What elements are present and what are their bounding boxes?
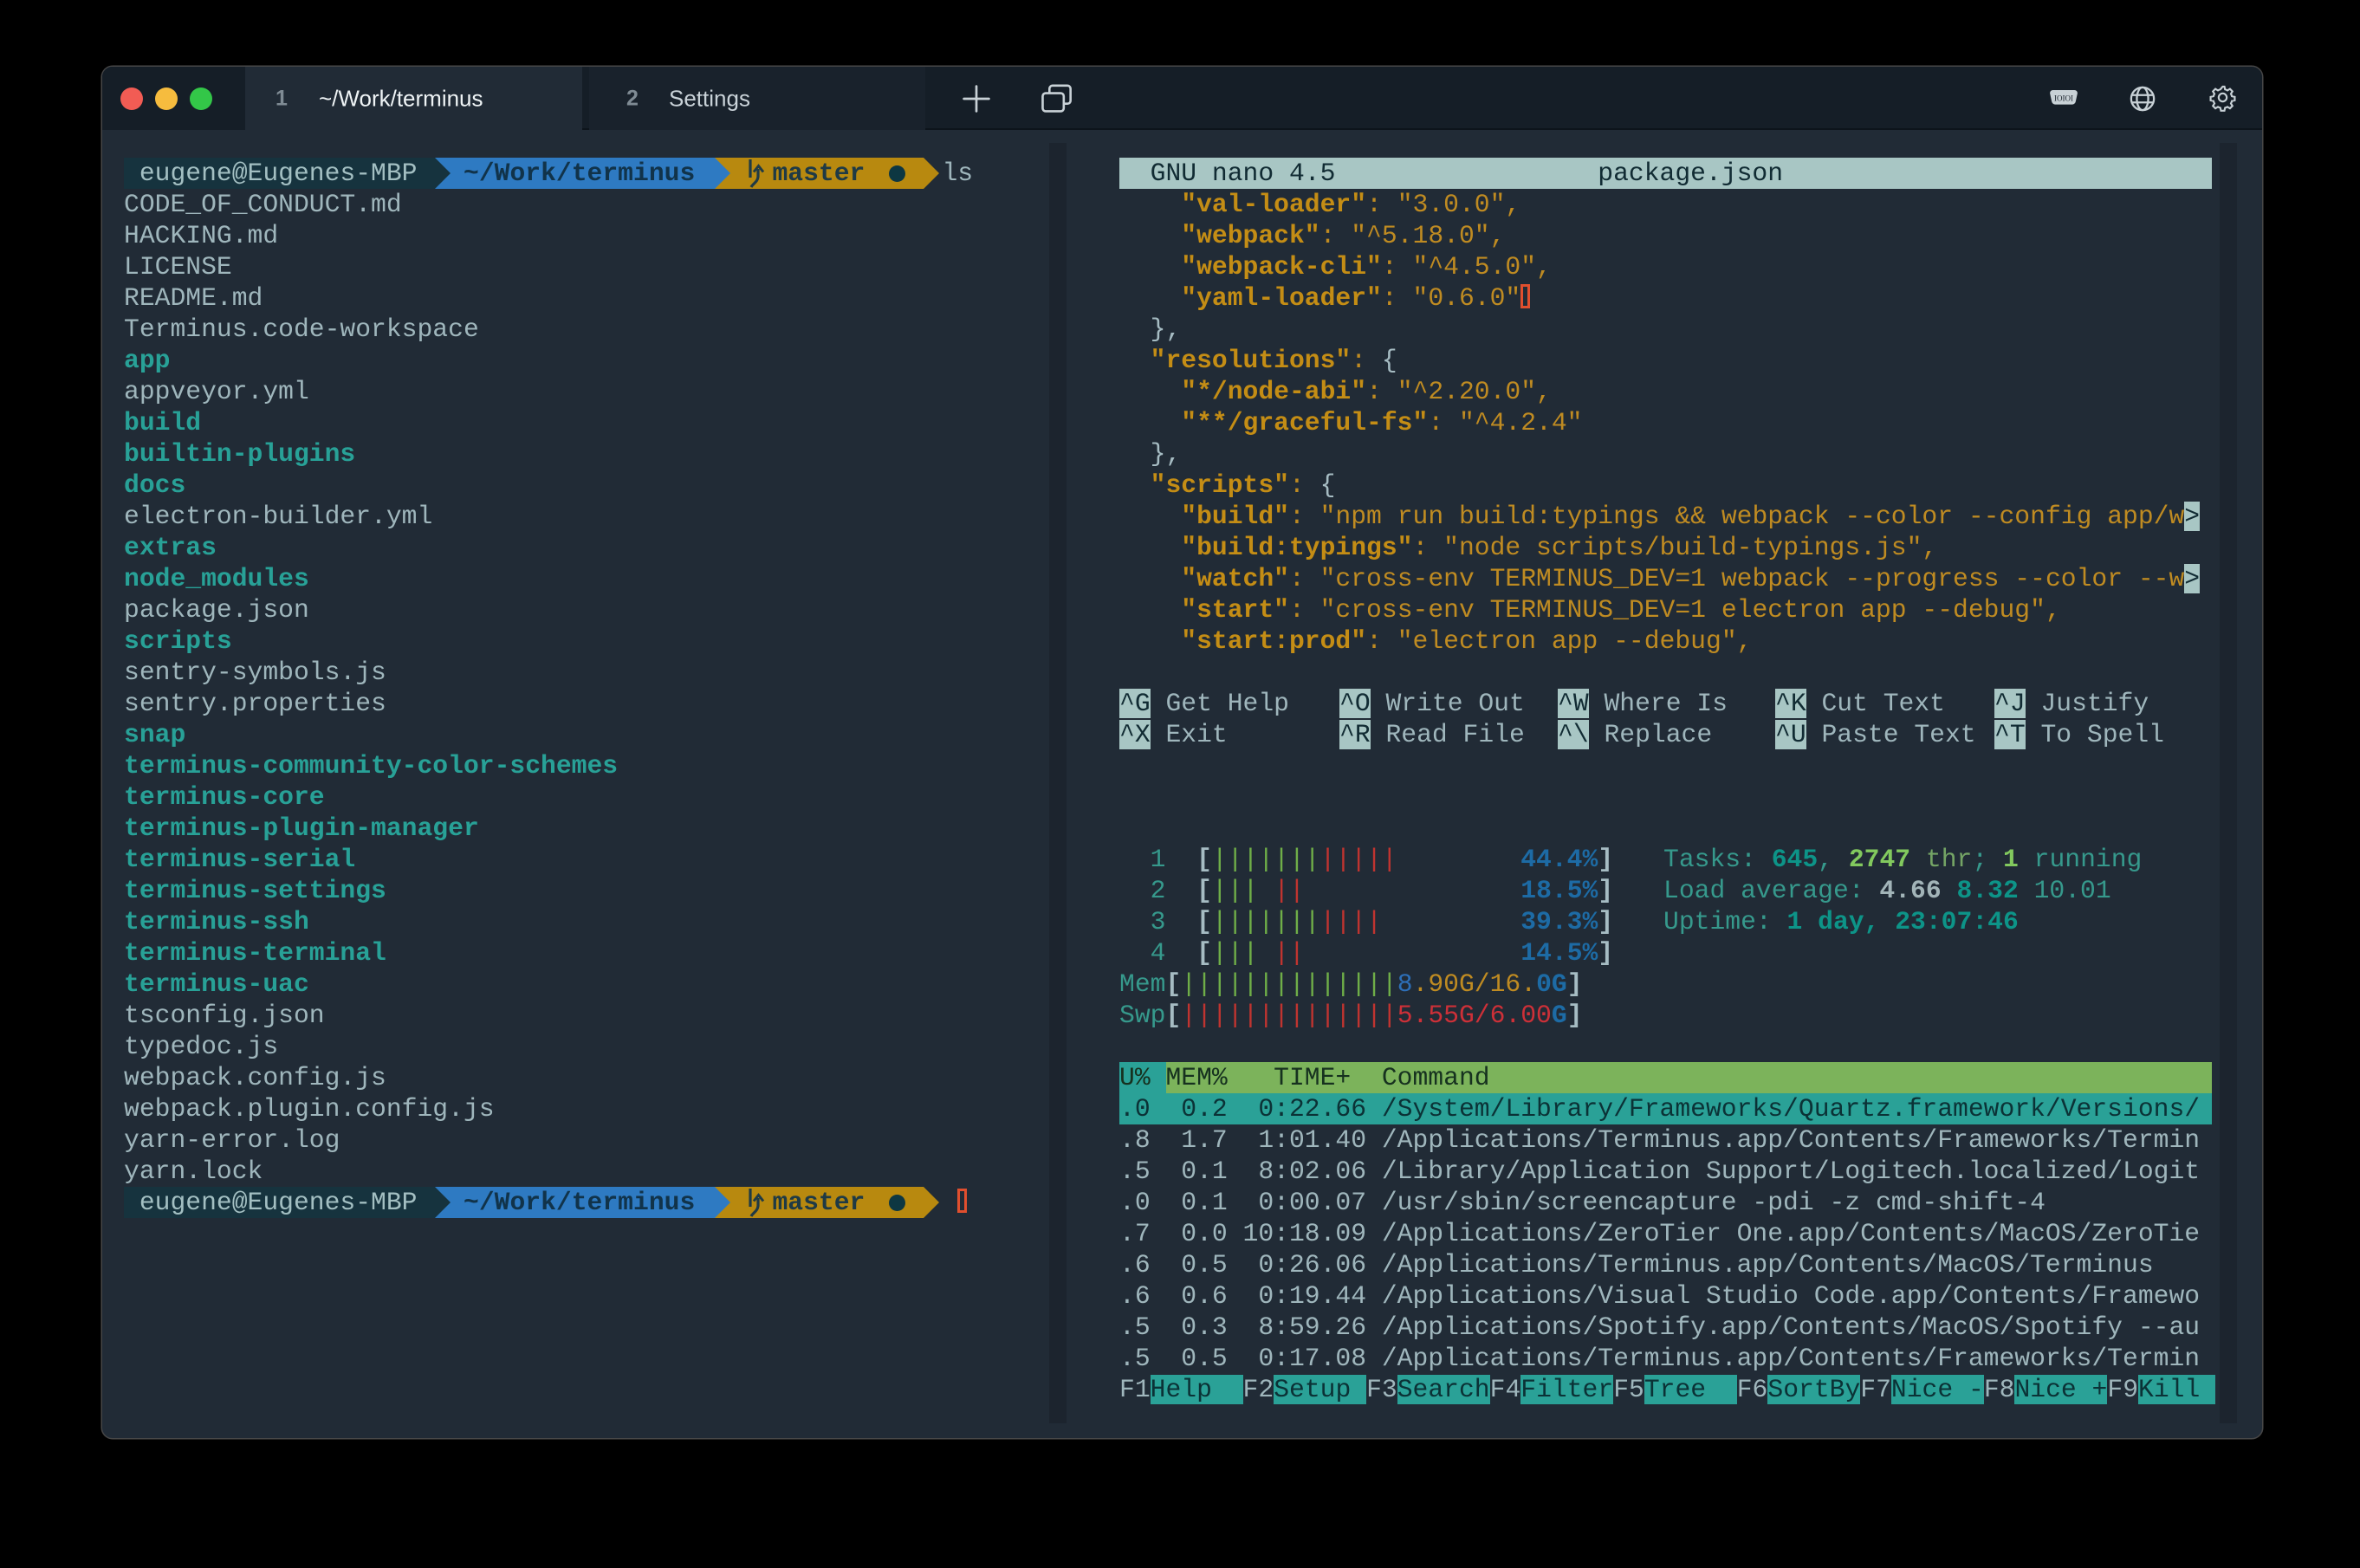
svg-text:IOIOI: IOIOI [2054, 94, 2073, 102]
